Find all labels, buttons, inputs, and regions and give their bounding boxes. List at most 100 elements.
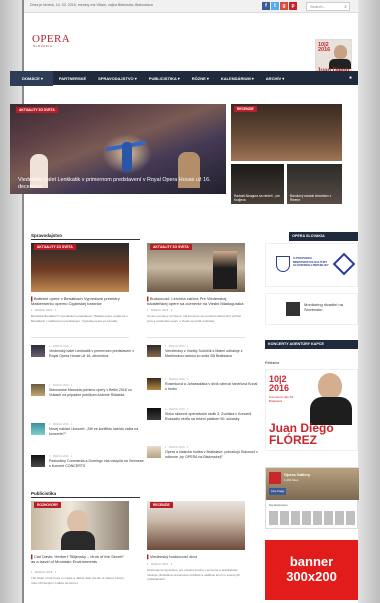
hero-caption[interactable]: Viedenský balet Lenkkatik v primernom pr… xyxy=(18,177,218,191)
list-item-meta: 1 · MARCH 2016 · 1 xyxy=(49,423,73,426)
nav-item-archiv[interactable]: ARCHÍV ▾ xyxy=(260,76,290,81)
list-item[interactable]: 1 · MARCH 2016 · 1 Viedenský balet Lenkk… xyxy=(31,345,134,363)
monitoring-logo-icon xyxy=(286,302,300,316)
sidebar-ministry-box[interactable]: S PODPOROU MINISTERSTVA KULTÚRY SLOVENSK… xyxy=(265,243,358,287)
list-item-thumbnail[interactable] xyxy=(147,378,161,390)
nav-item-rozne[interactable]: RÔZNE ▾ xyxy=(186,76,215,81)
featured-small-right-caption[interactable]: Barokový sviatok tenoristov v Rieene xyxy=(290,194,339,202)
sidebar-koncerty-heading: KONCERTY AGENTÚRY KAPCE xyxy=(265,340,358,349)
news-right-card-image[interactable]: AKTUALITY ZO SVETA xyxy=(147,243,245,292)
list-item-meta: 1 · MARCH 2016 · 1 xyxy=(165,446,189,449)
featured-top-tag[interactable]: RECENZIE xyxy=(234,106,257,112)
banner-ad[interactable]: banner 300x200 xyxy=(265,540,358,600)
pub-left-card-excerpt: The hilder of the trees to create a dark… xyxy=(31,576,125,585)
list-item-meta: 1 · MARCH 2016 · 1 xyxy=(165,408,189,411)
pub-left-card-tag[interactable]: ROZHOVORY xyxy=(34,502,62,508)
list-item-thumbnail[interactable] xyxy=(31,384,45,396)
hero-dancer-center xyxy=(122,142,132,172)
pinterest-icon[interactable]: p xyxy=(289,2,297,10)
list-item-thumbnail[interactable] xyxy=(31,423,45,435)
sidebar-reklama-label: Reklama xyxy=(265,361,280,365)
news-left-card-tag[interactable]: AKTUALITY ZO SVETA xyxy=(34,244,76,250)
list-item-meta: 1 · MARCH 2016 · 1 xyxy=(165,378,189,381)
nav-item-partnerske[interactable]: PARTNERSKÉ xyxy=(53,76,92,81)
featured-top-right[interactable]: RECENZIE xyxy=(231,104,342,161)
pub-right-card-image[interactable]: RECENZIE xyxy=(147,501,245,550)
pub-right-card-title[interactable]: ▌Viedenský budúcnosť zbor xyxy=(147,554,245,559)
sidebar-ad-numbers: 10|2 2016 xyxy=(269,374,290,393)
list-item-title[interactable]: Viedenský balet Lenkkatik v primernom pr… xyxy=(49,349,144,358)
list-item-thumbnail[interactable] xyxy=(147,408,161,420)
list-item-title[interactable]: Pastorálny Commenta a Domingo vás vstúpi… xyxy=(49,459,144,468)
nav-item-publicistika[interactable]: PUBLICISTIKA ▾ xyxy=(143,76,186,81)
news-right-card-title[interactable]: ▌Budúcnosť: Lerchka začína Pre Viedenske… xyxy=(147,296,245,306)
page-shadow-right xyxy=(358,0,380,603)
ministry-text: S PODPOROU MINISTERSTVA KULTÚRY SLOVENSK… xyxy=(293,256,329,268)
pub-left-card-title[interactable]: ▌Carl Davis: Herbert "Biljevsky – Hroš o… xyxy=(31,554,129,564)
news-right-card-tag[interactable]: AKTUALITY ZO SVETA xyxy=(150,244,192,250)
list-item-title[interactable]: Opera a klasická hudba v Bratislave: pok… xyxy=(165,450,260,459)
nav-item-kalendarium[interactable]: KALENDÁRIUM ▾ xyxy=(215,76,260,81)
list-item[interactable]: 1 · MARCH 2016 · 1 Novej náklad i koncer… xyxy=(31,423,138,441)
list-item-title[interactable]: Rosenková a Johansdotka v divík ozbrozí … xyxy=(165,382,260,391)
list-item-title[interactable]: Verniterávy z Vsetky Solorčík s Maleri o… xyxy=(165,349,260,358)
google-plus-icon[interactable]: g xyxy=(280,2,288,10)
page-shadow-left xyxy=(0,0,22,603)
facebook-caption: Na facebooku xyxy=(269,503,288,507)
list-item[interactable]: 1 · MARCH 2016 · 1 Pastorálny Commenta a… xyxy=(31,455,144,473)
list-item-thumbnail[interactable] xyxy=(147,446,161,458)
news-left-card-title-text[interactable]: Balletné opere v Benátkach Vypredané pre… xyxy=(31,296,120,306)
news-left-card-excerpt: Benátské Benátkoch v benátskom predstave… xyxy=(31,314,128,323)
header-ad-numbers: 10|2 2016 xyxy=(318,42,331,53)
pub-right-card-title-text[interactable]: Viedenský budúcnosť zbor xyxy=(150,554,197,559)
facebook-page-count: 1,461 likes xyxy=(284,478,299,482)
news-left-card-title[interactable]: ▌Balletné opere v Benátkach Vypredané pr… xyxy=(31,296,129,306)
section-title-news: Spravodajstvo xyxy=(31,233,140,240)
site-logo-subtitle: SLOVAKIA xyxy=(33,44,53,48)
facebook-icon[interactable]: f xyxy=(262,2,270,10)
sidebar-florez-ad[interactable]: 10|2 2016 Koncertné sály SF Bratislava J… xyxy=(265,369,358,451)
facebook-page-title[interactable]: Opera Gallery xyxy=(284,472,310,477)
twitter-icon[interactable]: t xyxy=(271,2,279,10)
nav-item-spravodajstvo[interactable]: SPRAVODAJSTVO ▾ xyxy=(92,76,143,81)
user-icon[interactable]: ● xyxy=(349,75,352,81)
site-header: OPERA SLOVAKIA 10|2 2016 Juan Diego FLÓR… xyxy=(24,13,358,78)
monitoring-text: Monitoring divadiel na Slovensku xyxy=(304,302,343,312)
list-item[interactable]: 1 · MARCH 2016 · 1 Rosenková a Johansdot… xyxy=(147,378,257,396)
list-item-meta: 1 · MARCH 2016 · 1 xyxy=(165,345,189,348)
ministry-crest-icon xyxy=(276,256,290,272)
list-item[interactable]: 1 · MARCH 2016 · 1 Opera a klasická hudb… xyxy=(147,446,258,464)
list-item-thumbnail[interactable] xyxy=(147,345,161,357)
pub-left-card-title-text[interactable]: Carl Davis: Herbert "Biljevsky – Hroš of… xyxy=(31,554,124,564)
featured-small-left-caption[interactable]: Radosti Alcagura sa viedeň - pre Kraljev… xyxy=(234,194,281,202)
search-icon[interactable]: ⌕ xyxy=(344,4,347,11)
list-item-title[interactable]: Slnko sklonné operatívske stolik 3. Zvol… xyxy=(165,412,260,421)
pub-left-card-image[interactable]: ROZHOVORY xyxy=(31,501,129,550)
facebook-page-avatar xyxy=(269,472,281,484)
sidebar-monitoring-box[interactable]: Monitoring divadiel na Slovensku xyxy=(265,293,358,325)
facebook-like-button[interactable]: Like Page xyxy=(269,488,287,495)
news-left-card-image[interactable]: AKTUALITY ZO SVETA xyxy=(31,243,129,292)
search-placeholder: Search... xyxy=(310,4,327,9)
featured-small-right[interactable]: Barokový sviatok tenoristov v Rieene xyxy=(287,164,342,204)
list-item-thumbnail[interactable] xyxy=(31,345,45,357)
news-right-card-title-text[interactable]: Budúcnosť: Lerchka začína Pre Viedenskej… xyxy=(147,296,244,306)
list-item-title[interactable]: Slávnostné Manuela pomimo opery v Bellni… xyxy=(49,388,144,397)
hero-category-tag[interactable]: AKTUALITY ZO SVETA xyxy=(16,107,58,113)
divider xyxy=(147,337,245,338)
nav-item-domace[interactable]: DOMÁCE ▾ xyxy=(10,70,53,86)
list-item[interactable]: 1 · MARCH 2016 · 1 Slnko sklonné operatí… xyxy=(147,408,251,426)
list-item-meta: 1 · MARCH 2016 · 1 xyxy=(49,345,73,348)
list-item[interactable]: 1 · MARCH 2016 · 1 Verniterávy z Vsetky … xyxy=(147,345,245,363)
list-item-thumbnail[interactable] xyxy=(31,455,45,467)
header-ad-portrait xyxy=(334,45,347,59)
hero-slider[interactable]: AKTUALITY ZO SVETA Viedenský balet Lenkk… xyxy=(10,104,226,194)
search-input[interactable]: Search... ⌕ xyxy=(306,2,350,11)
list-item[interactable]: 1 · MARCH 2016 · 1 Slávnostné Manuela po… xyxy=(31,384,132,402)
list-item-title[interactable]: Novej náklad i koncert: „Stě ze konflikt… xyxy=(49,427,144,436)
sidebar-facebook-box[interactable]: Opera Gallery 1,461 likes Like Page Na f… xyxy=(265,467,359,529)
news-right-card-portrait xyxy=(213,251,237,289)
sidebar-ad-portrait xyxy=(318,373,342,399)
pub-right-card-tag[interactable]: RECENZIE xyxy=(150,502,173,508)
featured-small-left[interactable]: Radosti Alcagura sa viedeň - pre Kraljev… xyxy=(231,164,284,204)
